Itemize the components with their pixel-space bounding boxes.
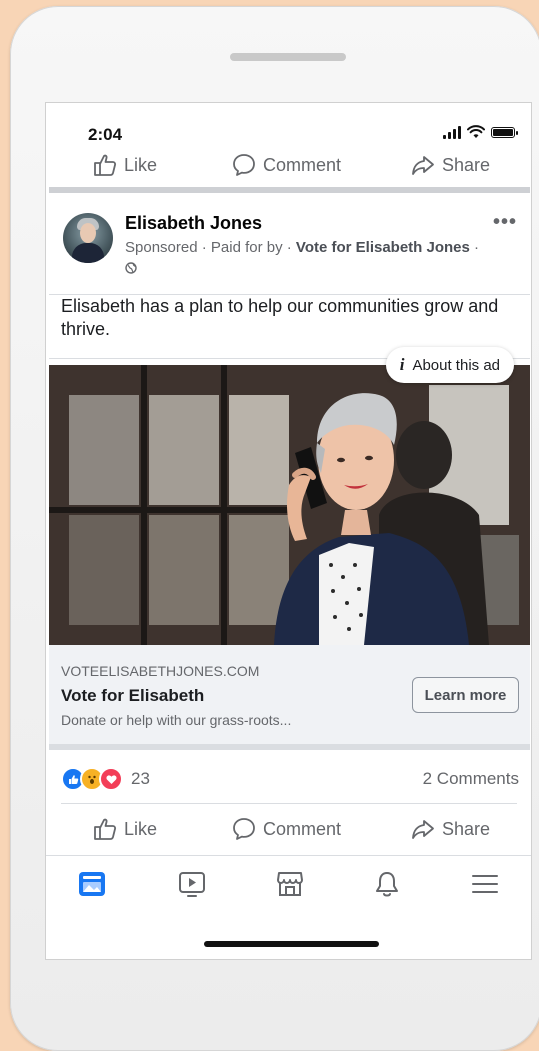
status-time: 2:04 xyxy=(88,125,123,144)
watch-icon[interactable] xyxy=(176,868,208,900)
link-domain: VOTEELISABETHJONES.COM xyxy=(61,663,260,679)
post-meta: Sponsored · Paid for by · Vote for Elisa… xyxy=(125,237,485,279)
comment-label: Comment xyxy=(263,818,342,839)
meta-separator: · xyxy=(469,239,480,256)
link-preview-card[interactable]: VOTEELISABETHJONES.COM Vote for Elisabet… xyxy=(49,645,530,744)
news-feed-icon[interactable] xyxy=(76,868,108,900)
like-button[interactable]: Like xyxy=(92,816,157,842)
learn-more-button[interactable]: Learn more xyxy=(412,677,519,713)
signal-icon xyxy=(443,125,461,139)
ad-photo xyxy=(49,365,530,645)
notifications-icon[interactable] xyxy=(371,868,403,900)
paid-for-name[interactable]: Vote for Elisabeth Jones xyxy=(296,239,470,256)
link-headline: Vote for Elisabeth xyxy=(61,686,205,705)
post-text: Elisabeth has a plan to help our communi… xyxy=(61,296,499,339)
previous-post-actions: Like Comment Share xyxy=(46,147,531,183)
status-icons xyxy=(443,125,518,139)
reaction-count[interactable]: 23 xyxy=(131,769,150,789)
previous-share-label: Share xyxy=(442,154,491,175)
info-icon: i xyxy=(399,355,405,374)
share-icon xyxy=(412,156,434,175)
phone-frame: 2:04 Like Comment Share Elisabeth Jones … xyxy=(10,6,539,1051)
marketplace-icon[interactable] xyxy=(274,868,306,900)
share-icon xyxy=(412,820,434,839)
comment-icon xyxy=(233,818,255,840)
home-indicator[interactable] xyxy=(204,941,379,947)
phone-speaker xyxy=(230,53,346,61)
thumbs-up-icon xyxy=(94,818,117,840)
battery-icon xyxy=(491,126,518,138)
previous-like-button[interactable]: Like xyxy=(92,152,157,178)
about-this-ad-button[interactable]: i About this ad xyxy=(385,347,514,383)
comments-count[interactable]: 2 Comments xyxy=(423,769,519,789)
reaction-icons[interactable] xyxy=(61,767,123,791)
previous-like-label: Like xyxy=(124,154,158,175)
share-button[interactable]: Share xyxy=(410,816,490,842)
love-reaction-icon xyxy=(99,767,123,791)
menu-icon[interactable] xyxy=(469,868,501,900)
post-header: Elisabeth Jones Sponsored · Paid for by … xyxy=(46,199,531,291)
phone-screen: 2:04 Like Comment Share Elisabeth Jones … xyxy=(45,102,532,960)
wifi-icon xyxy=(467,125,485,138)
post-separator xyxy=(49,187,530,193)
share-label: Share xyxy=(442,818,491,839)
previous-share-button[interactable]: Share xyxy=(410,152,490,178)
like-label: Like xyxy=(124,818,158,839)
post-actions: Like Comment Share xyxy=(46,811,531,847)
sponsored-label: Sponsored · Paid for by · xyxy=(125,239,296,256)
author-name[interactable]: Elisabeth Jones xyxy=(125,213,262,234)
bottom-nav xyxy=(46,855,531,914)
reactions-row: 23 2 Comments xyxy=(46,757,531,797)
actions-divider xyxy=(61,803,517,804)
about-this-ad-label: About this ad xyxy=(412,356,500,374)
avatar[interactable] xyxy=(63,213,113,263)
previous-comment-button[interactable]: Comment xyxy=(231,152,341,178)
card-separator xyxy=(49,744,530,750)
link-description: Donate or help with our grass-roots... xyxy=(61,712,292,728)
thumbs-up-icon xyxy=(94,154,117,176)
comment-icon xyxy=(233,154,255,176)
globe-icon xyxy=(125,262,137,274)
ad-image[interactable] xyxy=(49,365,530,645)
previous-comment-label: Comment xyxy=(263,154,342,175)
more-options-icon[interactable]: ••• xyxy=(493,211,517,234)
comment-button[interactable]: Comment xyxy=(231,816,341,842)
